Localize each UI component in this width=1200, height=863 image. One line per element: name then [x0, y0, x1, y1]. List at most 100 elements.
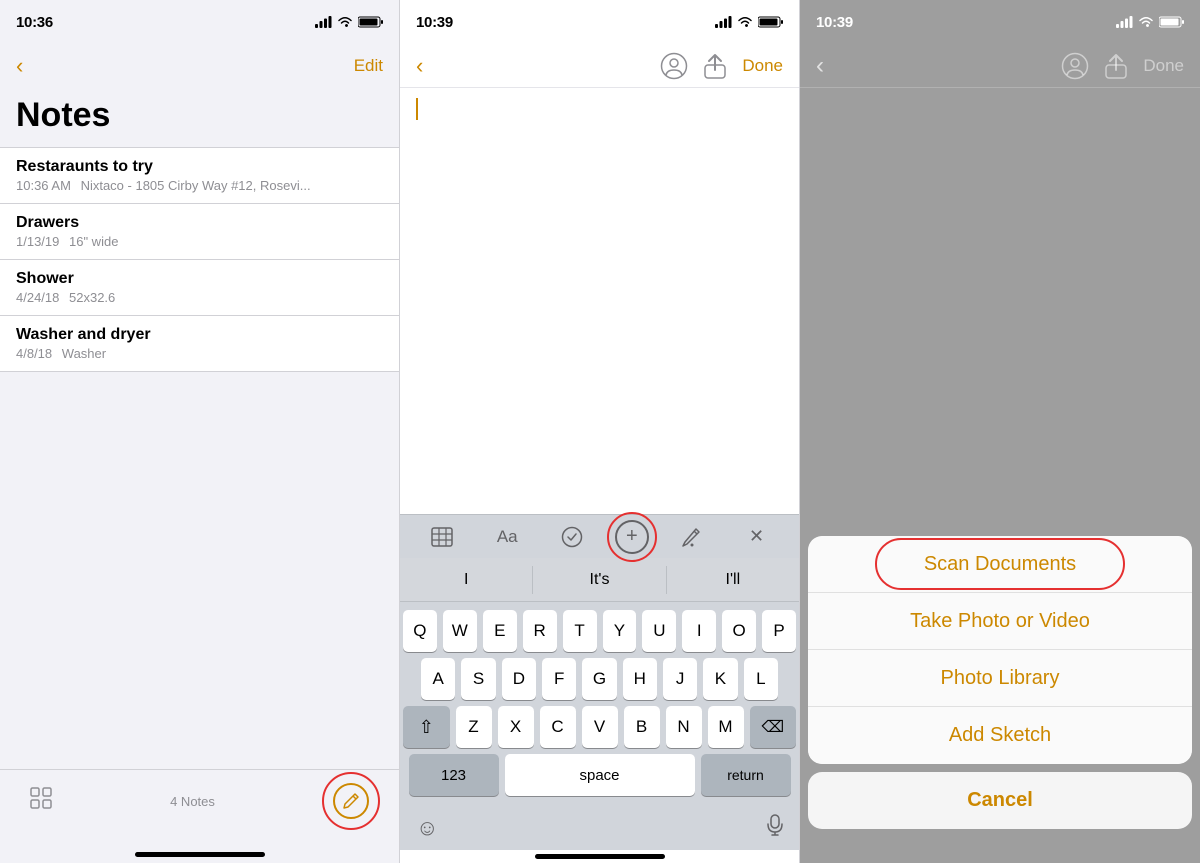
editor-toolbar: Aa + ✕ [400, 514, 799, 558]
nav-actions-3: Done [1061, 52, 1184, 80]
key-b[interactable]: B [624, 706, 660, 748]
note-item-4[interactable]: Washer and dryer 4/8/18 Washer [0, 316, 399, 372]
bottom-bar-2: ☺ [400, 806, 799, 850]
add-sketch-item[interactable]: Add Sketch [808, 707, 1192, 764]
scan-documents-item[interactable]: Scan Documents [808, 536, 1192, 593]
note-meta-3: 4/24/18 52x32.6 [16, 290, 383, 305]
autocorrect-bar: I It's I'll [400, 558, 799, 602]
keyboard-rows: Q W E R T Y U I O P A S D F G H J K [400, 602, 799, 806]
person-icon-3[interactable] [1061, 52, 1089, 80]
key-numbers[interactable]: 123 [409, 754, 499, 796]
key-y[interactable]: Y [603, 610, 637, 652]
notes-list-panel: 10:36 ‹ Edit Notes [0, 0, 400, 863]
key-c[interactable]: C [540, 706, 576, 748]
key-k[interactable]: K [703, 658, 737, 700]
nav-bar-3: ‹ Done [800, 44, 1200, 88]
key-p[interactable]: P [762, 610, 796, 652]
cursor [416, 98, 418, 120]
compose-button[interactable] [333, 783, 369, 819]
done-button-2[interactable]: Done [742, 56, 783, 76]
table-icon[interactable] [420, 519, 464, 555]
share-icon-2[interactable] [704, 53, 726, 79]
key-h[interactable]: H [623, 658, 657, 700]
key-l[interactable]: L [744, 658, 778, 700]
grid-icon-1[interactable] [30, 787, 52, 815]
key-e[interactable]: E [483, 610, 517, 652]
nav-bar-2: ‹ Done [400, 44, 799, 88]
add-icon-wrapper: + [615, 520, 649, 554]
person-icon-2[interactable] [660, 52, 688, 80]
add-sketch-label: Add Sketch [949, 724, 1051, 747]
key-u[interactable]: U [642, 610, 676, 652]
key-a[interactable]: A [421, 658, 455, 700]
edit-button[interactable]: Edit [354, 56, 383, 76]
note-title-1: Restaraunts to try [16, 158, 383, 176]
cancel-button[interactable]: Cancel [808, 772, 1192, 829]
editor-area[interactable] [400, 88, 799, 514]
key-r[interactable]: R [523, 610, 557, 652]
autocorrect-1[interactable]: I [400, 571, 532, 589]
key-i[interactable]: I [682, 610, 716, 652]
key-g[interactable]: G [582, 658, 616, 700]
back-icon-1[interactable]: ‹ [16, 53, 23, 79]
key-f[interactable]: F [542, 658, 576, 700]
key-space[interactable]: space [505, 754, 695, 796]
wifi-icon-3 [1138, 16, 1154, 28]
back-icon-3[interactable]: ‹ [816, 52, 824, 80]
autocorrect-3[interactable]: I'll [667, 571, 799, 589]
emoji-icon[interactable]: ☺ [416, 815, 438, 841]
add-icon[interactable]: + [615, 520, 649, 554]
key-delete[interactable]: ⌫ [750, 706, 797, 748]
key-q[interactable]: Q [403, 610, 437, 652]
note-item-3[interactable]: Shower 4/24/18 52x32.6 [0, 260, 399, 316]
take-photo-item[interactable]: Take Photo or Video [808, 593, 1192, 650]
autocorrect-2[interactable]: It's [533, 571, 665, 589]
key-row-2: A S D F G H J K L [403, 658, 796, 700]
key-x[interactable]: X [498, 706, 534, 748]
key-s[interactable]: S [461, 658, 495, 700]
key-z[interactable]: Z [456, 706, 492, 748]
note-title-4: Washer and dryer [16, 326, 383, 344]
key-j[interactable]: J [663, 658, 697, 700]
home-indicator-2 [535, 854, 665, 859]
note-date-1: 10:36 AM [16, 178, 71, 193]
back-icon-2[interactable]: ‹ [416, 53, 423, 79]
signal-icon-2 [715, 16, 732, 28]
key-o[interactable]: O [722, 610, 756, 652]
status-icons-1 [315, 16, 383, 28]
key-v[interactable]: V [582, 706, 618, 748]
key-d[interactable]: D [502, 658, 536, 700]
bottom-bar-1: 4 Notes [0, 769, 399, 852]
key-w[interactable]: W [443, 610, 477, 652]
pencil-icon[interactable] [670, 519, 714, 555]
action-sheet: Scan Documents Take Photo or Video Photo… [808, 536, 1192, 863]
action-panel: 10:39 ‹ [800, 0, 1200, 863]
note-title-2: Drawers [16, 214, 383, 232]
keyboard: I It's I'll Q W E R T Y U I O P A [400, 558, 799, 850]
time-2: 10:39 [416, 14, 453, 31]
note-date-4: 4/8/18 [16, 346, 52, 361]
take-photo-label: Take Photo or Video [910, 610, 1090, 633]
notes-title: Notes [0, 88, 399, 147]
battery-icon-3 [1159, 16, 1184, 28]
battery-icon-2 [758, 16, 783, 28]
note-meta-2: 1/13/19 16" wide [16, 234, 383, 249]
wifi-icon-1 [337, 16, 353, 28]
photo-library-item[interactable]: Photo Library [808, 650, 1192, 707]
checklist-icon[interactable] [550, 519, 594, 555]
format-icon[interactable]: Aa [485, 519, 529, 555]
note-date-2: 1/13/19 [16, 234, 59, 249]
key-n[interactable]: N [666, 706, 702, 748]
share-icon-3[interactable] [1105, 53, 1127, 79]
note-item-2[interactable]: Drawers 1/13/19 16" wide [0, 204, 399, 260]
key-return[interactable]: return [701, 754, 791, 796]
close-icon[interactable]: ✕ [735, 519, 779, 555]
mic-icon[interactable] [767, 814, 783, 842]
note-item-1[interactable]: Restaraunts to try 10:36 AM Nixtaco - 18… [0, 147, 399, 204]
key-t[interactable]: T [563, 610, 597, 652]
wifi-icon-2 [737, 16, 753, 28]
done-button-3[interactable]: Done [1143, 56, 1184, 76]
status-bar-2: 10:39 [400, 0, 799, 44]
key-shift[interactable]: ⇧ [403, 706, 450, 748]
key-m[interactable]: M [708, 706, 744, 748]
